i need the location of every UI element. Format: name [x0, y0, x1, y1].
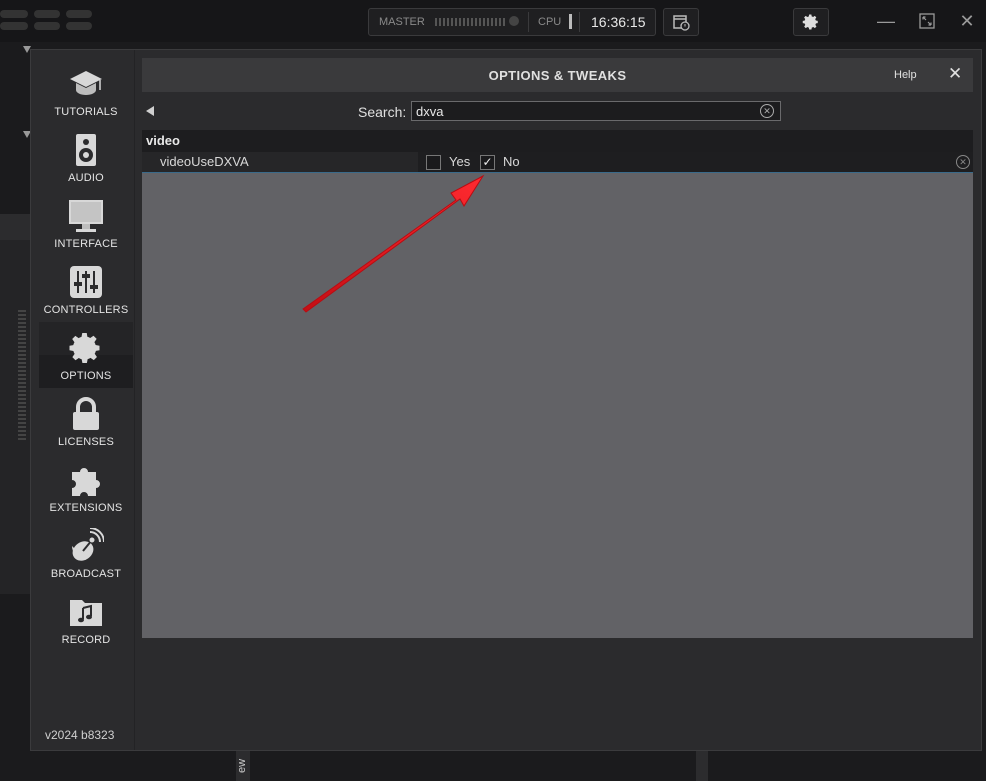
- menu-handle[interactable]: [34, 22, 60, 30]
- graduation-cap-icon: [70, 71, 102, 95]
- version-label: v2024 b8323: [45, 728, 115, 742]
- dialog-title: OPTIONS & TWEAKS: [488, 68, 627, 83]
- menu-handle[interactable]: [66, 10, 92, 18]
- minimize-icon: —: [877, 10, 895, 31]
- close-app-button[interactable]: ✕: [954, 8, 980, 34]
- no-label: No: [503, 154, 520, 169]
- sidebar-item-label: AUDIO: [68, 172, 104, 184]
- sidebar-item-interface[interactable]: INTERFACE: [39, 190, 133, 256]
- master-indicator-icon: [509, 16, 519, 26]
- gear-icon: [69, 333, 100, 363]
- sidebar-item-label: OPTIONS: [60, 370, 112, 382]
- fullscreen-icon: [919, 13, 935, 29]
- sidebar-item-audio[interactable]: AUDIO: [39, 124, 133, 190]
- master-panel: MASTER CPU 16:36:15: [368, 8, 656, 36]
- sidebar-item-extensions[interactable]: EXTENSIONS: [39, 454, 133, 520]
- top-bar: MASTER CPU 16:36:15 — ✕: [0, 0, 986, 42]
- section-title: video: [146, 133, 180, 148]
- deck-marker-icon: [23, 46, 31, 53]
- close-icon: ✕: [959, 10, 975, 31]
- sidebar-item-options[interactable]: OPTIONS: [39, 322, 133, 388]
- maximize-button[interactable]: [914, 8, 940, 34]
- search-label: Search:: [358, 104, 407, 120]
- lock-icon: [73, 397, 99, 430]
- options-panel: OPTIONS & TWEAKS Help ✕ Search: ✕ video …: [142, 58, 973, 638]
- background-deck-panel: [0, 214, 32, 594]
- clear-search-icon[interactable]: ✕: [760, 104, 774, 118]
- reset-option-icon[interactable]: ✕: [956, 155, 970, 169]
- sliders-icon: [70, 266, 102, 298]
- back-arrow-icon[interactable]: [146, 106, 154, 116]
- deck-marker-icon: [23, 131, 31, 138]
- option-value: Yes ✓ No ✕: [418, 152, 973, 172]
- menu-handle[interactable]: [0, 22, 28, 30]
- no-checkbox[interactable]: ✓: [480, 155, 495, 170]
- monitor-icon: [69, 200, 103, 232]
- search-input[interactable]: [411, 101, 781, 121]
- background-tab[interactable]: ew: [236, 750, 250, 781]
- music-folder-icon: [70, 600, 102, 626]
- sidebar-item-label: TUTORIALS: [54, 106, 118, 118]
- cpu-meter: [569, 14, 572, 29]
- yes-checkbox[interactable]: [426, 155, 441, 170]
- search-row: Search: ✕: [142, 92, 973, 130]
- puzzle-icon: [72, 468, 100, 496]
- sidebar-item-label: EXTENSIONS: [49, 502, 123, 514]
- menu-handle[interactable]: [66, 22, 92, 30]
- menu-handle[interactable]: [34, 10, 60, 18]
- dialog-titlebar: OPTIONS & TWEAKS Help ✕: [142, 58, 973, 92]
- cpu-label: CPU: [538, 16, 562, 28]
- sidebar-item-label: INTERFACE: [54, 238, 118, 250]
- master-vu-meter: [435, 18, 507, 26]
- yes-label: Yes: [449, 154, 471, 169]
- master-label: MASTER: [379, 16, 425, 28]
- sidebar-item-label: BROADCAST: [50, 568, 122, 580]
- options-list: video videoUseDXVA Yes ✓ No ✕: [142, 130, 973, 638]
- sidebar-item-label: RECORD: [61, 634, 111, 646]
- sidebar-item-broadcast[interactable]: BROADCAST: [39, 520, 133, 586]
- clock: 16:36:15: [591, 14, 646, 30]
- calendar-clock-icon: [673, 15, 690, 31]
- divider: [528, 12, 529, 32]
- background-meter: [18, 310, 26, 440]
- sidebar-item-controllers[interactable]: CONTROLLERS: [39, 256, 133, 322]
- menu-handle[interactable]: [0, 10, 28, 18]
- speaker-icon: [76, 134, 96, 166]
- sidebar-item-licenses[interactable]: LICENSES: [39, 388, 133, 454]
- settings-dialog: TUTORIALS AUDIO INTERFACE CONTROLLERS OP…: [31, 50, 981, 750]
- settings-button[interactable]: [793, 8, 829, 36]
- gear-icon: [802, 14, 818, 30]
- close-dialog-button[interactable]: ✕: [948, 64, 962, 84]
- help-button[interactable]: Help: [894, 69, 917, 81]
- divider: [579, 12, 580, 32]
- minimize-button[interactable]: —: [873, 8, 899, 34]
- schedule-button[interactable]: [663, 8, 699, 36]
- background-deck-header: [0, 214, 32, 240]
- sidebar-item-record[interactable]: RECORD: [39, 586, 133, 652]
- option-name: videoUseDXVA: [160, 154, 249, 169]
- sidebar-item-label: CONTROLLERS: [43, 304, 129, 316]
- option-row: videoUseDXVA Yes ✓ No ✕: [142, 152, 973, 173]
- background-tab[interactable]: [696, 750, 708, 781]
- section-header: video: [142, 130, 973, 152]
- sidebar-item-label: LICENSES: [57, 436, 114, 448]
- settings-sidebar: TUTORIALS AUDIO INTERFACE CONTROLLERS OP…: [31, 50, 135, 750]
- satellite-dish-icon: [72, 528, 104, 561]
- sidebar-item-tutorials[interactable]: TUTORIALS: [39, 58, 133, 124]
